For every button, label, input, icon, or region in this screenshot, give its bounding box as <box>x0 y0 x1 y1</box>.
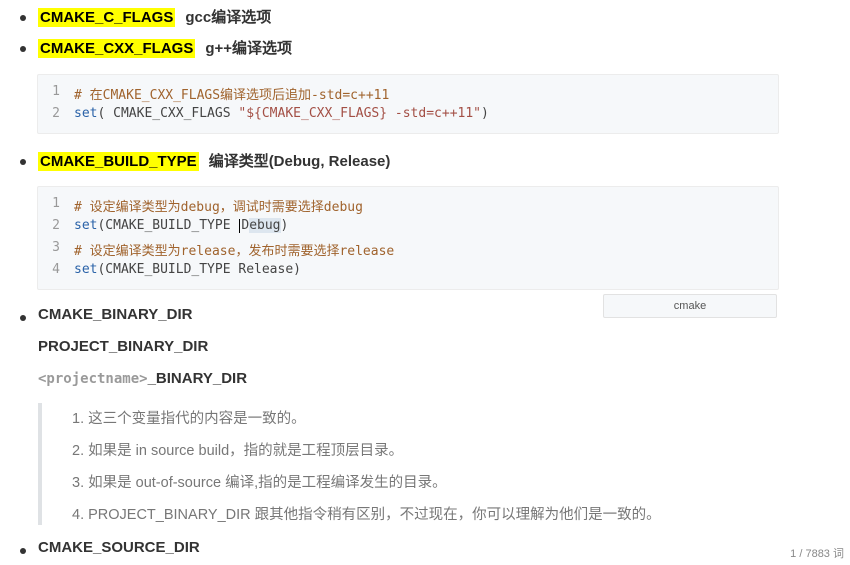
list-item: CMAKE_BUILD_TYPE 编译类型(Debug, Release) <box>0 150 420 174</box>
code-args: (CMAKE_BUILD_TYPE Release) <box>97 262 301 277</box>
bullet-dot <box>20 548 26 554</box>
list-item-line: CMAKE_CXX_FLAGS g++编译选项 <box>38 37 292 58</box>
highlighted-keyword: CMAKE_CXX_FLAGS <box>38 39 196 58</box>
line-number: 2 <box>52 106 60 121</box>
list-item: CMAKE_CXX_FLAGS g++编译选项 <box>0 37 400 61</box>
list-item: CMAKE_SOURCE_DIR <box>0 539 300 563</box>
code-comment: # 在CMAKE_CXX_FLAGS编译选项后追加-std=c++11 <box>74 88 390 103</box>
code-block[interactable]: 1 # 在CMAKE_CXX_FLAGS编译选项后追加-std=c++11 2 … <box>37 74 779 134</box>
word-count[interactable]: 1 / 7883 词 <box>790 545 844 561</box>
code-comment: # 设定编译类型为release，发布时需要选择release <box>74 244 395 259</box>
variable-name: CMAKE_BINARY_DIR <box>38 306 193 323</box>
ordered-list-item: 1. 这三个变量指代的内容是一致的。 <box>72 411 306 427</box>
line-number: 4 <box>52 262 60 277</box>
variable-name: CMAKE_SOURCE_DIR <box>38 539 200 556</box>
ordered-list-item: 4. PROJECT_BINARY_DIR 跟其他指令稍有区别，不过现在，你可以… <box>72 507 661 523</box>
code-comment: # 设定编译类型为debug，调试时需要选择debug <box>74 200 363 215</box>
ordered-list-item: 2. 如果是 in source build，指的就是工程顶层目录。 <box>72 443 404 459</box>
variable-suffix: _BINARY_DIR <box>147 370 248 387</box>
list-item-line: CMAKE_C_FLAGS gcc编译选项 <box>38 6 271 27</box>
highlighted-keyword: CMAKE_BUILD_TYPE <box>38 152 199 171</box>
bullet-dot <box>20 159 26 165</box>
selected-text[interactable]: ebug <box>249 218 281 233</box>
code-args: (CMAKE_BUILD_TYPE <box>97 218 239 233</box>
list-item-line: CMAKE_BUILD_TYPE 编译类型(Debug, Release) <box>38 150 390 171</box>
variable-name: PROJECT_BINARY_DIR <box>38 338 209 355</box>
line-number: 3 <box>52 240 60 255</box>
line-number: 1 <box>52 196 60 211</box>
inline-code: <projectname> <box>38 371 148 387</box>
line-number: 1 <box>52 84 60 99</box>
keyword-description: g++编译选项 <box>205 40 293 57</box>
code-function: set <box>74 218 98 233</box>
code-text: set( CMAKE_CXX_FLAGS "${CMAKE_CXX_FLAGS}… <box>74 106 489 121</box>
code-block[interactable]: 1 # 设定编译类型为debug，调试时需要选择debug 2 set(CMAK… <box>37 186 779 290</box>
code-function: set <box>74 262 98 277</box>
blockquote: 1. 这三个变量指代的内容是一致的。 2. 如果是 in source buil… <box>38 403 782 525</box>
bullet-dot <box>20 46 26 52</box>
bullet-dot <box>20 315 26 321</box>
code-function: set <box>74 106 98 121</box>
code-args: ( CMAKE_CXX_FLAGS <box>97 106 239 121</box>
keyword-description: 编译类型(Debug, Release) <box>208 153 391 170</box>
code-text: set(CMAKE_BUILD_TYPE Release) <box>74 262 301 277</box>
code-paren: ) <box>481 106 489 121</box>
ordered-list-item: 3. 如果是 out-of-source 编译,指的是工程编译发生的目录。 <box>72 475 447 491</box>
code-text: set(CMAKE_BUILD_TYPE Debug) <box>74 218 288 233</box>
highlighted-keyword: CMAKE_C_FLAGS <box>38 8 176 27</box>
bullet-dot <box>20 15 26 21</box>
code-string: "${CMAKE_CXX_FLAGS} -std=c++11" <box>238 106 482 121</box>
variable-name-line: <projectname>_BINARY_DIR <box>38 370 247 387</box>
code-paren: ) <box>280 218 289 233</box>
list-item: CMAKE_C_FLAGS gcc编译选项 <box>0 6 400 30</box>
line-number: 2 <box>52 218 60 233</box>
keyword-description: gcc编译选项 <box>185 9 272 26</box>
code-language-input[interactable]: cmake <box>603 294 777 318</box>
